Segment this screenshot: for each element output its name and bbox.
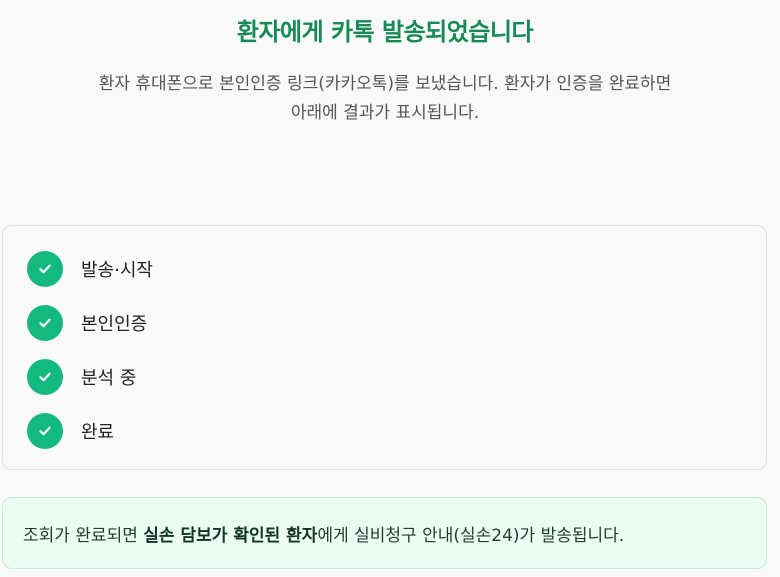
claim-notice-banner: 조회가 완료되면 실손 담보가 확인된 환자에게 실비청구 안내(실손24)가 … — [2, 497, 767, 569]
step-analyzing: 분석 중 — [27, 359, 136, 395]
check-icon — [27, 305, 63, 341]
notice-suffix: 에게 실비청구 안내(실손24)가 발송됩니다. — [317, 525, 625, 546]
step-send-start: 발송·시작 — [27, 251, 153, 287]
page-description: 환자 휴대폰으로 본인인증 링크(카카오톡)를 보냈습니다. 환자가 인증을 완… — [0, 70, 770, 128]
step-complete: 완료 — [27, 413, 114, 449]
notice-text: 조회가 완료되면 실손 담보가 확인된 환자에게 실비청구 안내(실손24)가 … — [23, 521, 624, 546]
description-line-1: 환자 휴대폰으로 본인인증 링크(카카오톡)를 보냈습니다. 환자가 인증을 완… — [98, 74, 672, 94]
step-label: 본인인증 — [81, 314, 148, 335]
notice-emphasis: 실손 담보가 확인된 환자 — [143, 525, 318, 546]
step-label: 완료 — [81, 422, 115, 443]
progress-steps-card: 발송·시작 본인인증 분석 중 완료 — [2, 225, 767, 470]
check-icon — [27, 359, 63, 395]
step-label: 발송·시작 — [81, 260, 153, 281]
page-title: 환자에게 카톡 발송되었습니다 — [236, 18, 534, 46]
notice-prefix: 조회가 완료되면 — [23, 525, 144, 546]
check-icon — [27, 251, 63, 287]
description-line-2: 아래에 결과가 표시됩니다. — [290, 103, 480, 123]
step-verification: 본인인증 — [27, 305, 147, 341]
check-icon — [27, 413, 63, 449]
step-label: 분석 중 — [81, 368, 137, 389]
